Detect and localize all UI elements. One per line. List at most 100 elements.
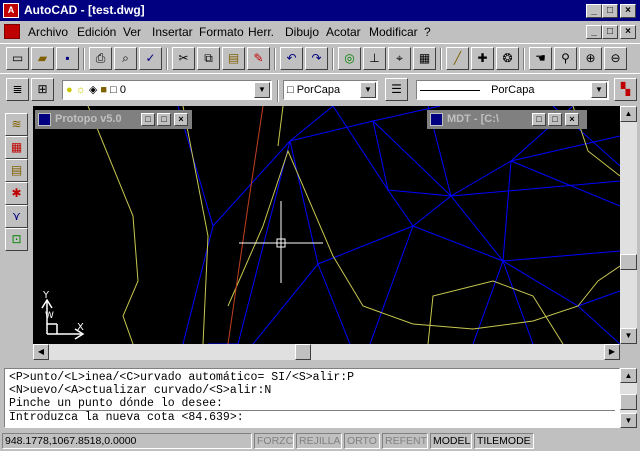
protopo-title: Protopo v5.0 [55, 113, 122, 125]
scroll-thumb[interactable] [295, 344, 311, 360]
zoom-previous-icon[interactable]: ⊖ [604, 47, 627, 70]
linetype-value: PorCapa [491, 84, 535, 96]
contour-label-icon[interactable]: ⊡ [5, 228, 28, 251]
ortho-toggle[interactable]: ORTO [344, 433, 380, 449]
command-scrollbar[interactable]: ▲ ▼ [620, 368, 637, 428]
scroll-up-icon[interactable]: ▲ [620, 368, 637, 383]
grid-toggle[interactable]: REJILLA [296, 433, 342, 449]
drawing-canvas[interactable]: Y W X Protopo v5.0 □ □ × MDT - [C:\ □ □ … [33, 106, 620, 344]
doc-close-button[interactable]: × [620, 25, 636, 39]
toolbar-separator [440, 48, 442, 70]
lock-icon: ■ [100, 84, 108, 96]
toolbar-separator [277, 80, 279, 102]
redo-icon[interactable]: ↷ [305, 47, 328, 70]
match-properties-icon[interactable]: ✎ [247, 47, 270, 70]
restore-button[interactable]: □ [532, 113, 546, 126]
menu-formato[interactable]: Formato [199, 25, 244, 39]
print-icon[interactable]: ⎙ [89, 47, 112, 70]
preview-icon[interactable]: ⌕ [114, 47, 137, 70]
chevron-down-icon[interactable]: ▼ [591, 82, 607, 98]
scroll-down-icon[interactable]: ▼ [620, 328, 637, 344]
new-icon[interactable]: ▭ [6, 47, 29, 70]
command-line: <P>unto/<L>inea/<C>urvado automático= SI… [9, 371, 355, 384]
color-dropdown[interactable]: □ PorCapa ▼ [283, 80, 378, 100]
protopo-icon [38, 113, 51, 126]
save-icon[interactable]: ▪ [56, 47, 79, 70]
make-layer-current-icon[interactable]: ⊞ [31, 78, 54, 101]
maximize-button[interactable]: □ [548, 113, 562, 126]
scroll-up-icon[interactable]: ▲ [620, 106, 637, 122]
tracking-icon[interactable]: ⊥ [363, 47, 386, 70]
cut-icon[interactable]: ✂ [172, 47, 195, 70]
standard-toolbar: ▭ ▰ ▪ ⎙ ⌕ ✓ ✂ ⧉ ▤ ✎ ↶ ↷ ◎ ⊥ ⌖ ▦ ╱ ✚ ❂ ☚ … [0, 43, 640, 73]
protopo-child-window[interactable]: Protopo v5.0 □ □ × [35, 110, 192, 129]
layers-icon[interactable]: ≣ [6, 78, 29, 101]
command-line: <N>uevo/<A>ctualizar curvado/<S>alir:N [9, 384, 272, 397]
paste-icon[interactable]: ▤ [222, 47, 245, 70]
close-button[interactable]: × [565, 113, 579, 126]
menu-archivo[interactable]: Archivo [28, 25, 68, 39]
menu-acotar[interactable]: Acotar [326, 25, 361, 39]
close-button[interactable]: × [620, 4, 636, 18]
autocad-icon[interactable]: A [3, 3, 19, 18]
menu-help[interactable]: ? [424, 25, 431, 39]
menu-insertar[interactable]: Insertar [152, 25, 193, 39]
maximize-button[interactable]: □ [602, 4, 618, 18]
redraw-icon[interactable]: ╱ [446, 47, 469, 70]
hyperlink-icon[interactable]: ◎ [338, 47, 361, 70]
terrain-icon[interactable]: ≋ [5, 113, 28, 136]
named-views-icon[interactable]: ❂ [496, 47, 519, 70]
mdt-child-window[interactable]: MDT - [C:\ □ □ × [427, 110, 587, 129]
document-icon[interactable] [4, 24, 20, 39]
open-icon[interactable]: ▰ [31, 47, 54, 70]
maximize-button[interactable]: □ [157, 113, 171, 126]
profile-icon[interactable]: ⋎ [5, 205, 28, 228]
aerial-view-icon[interactable]: ✚ [471, 47, 494, 70]
toolbar-separator [83, 48, 85, 70]
mesh-icon[interactable]: ✱ [5, 182, 28, 205]
layer-dropdown[interactable]: ● ☼ ◈ ■ □ 0 ▼ [62, 80, 272, 100]
menu-herr[interactable]: Herr. [248, 25, 274, 39]
linetype-dropdown[interactable]: PorCapa ▼ [416, 80, 609, 100]
menu-modificar[interactable]: Modificar [369, 25, 418, 39]
menu-dibujo[interactable]: Dibujo [285, 25, 319, 39]
toolbar-separator [166, 48, 168, 70]
menu-edicion[interactable]: Edición [77, 25, 116, 39]
minimize-button[interactable]: _ [586, 4, 602, 18]
scroll-right-icon[interactable]: ▶ [604, 344, 620, 360]
restore-button[interactable]: □ [141, 113, 155, 126]
undo-icon[interactable]: ↶ [280, 47, 303, 70]
zoom-realtime-icon[interactable]: ⚲ [554, 47, 577, 70]
scroll-left-icon[interactable]: ◀ [33, 344, 49, 360]
pan-icon[interactable]: ☚ [529, 47, 552, 70]
menu-ver[interactable]: Ver [123, 25, 141, 39]
snap-toggle[interactable]: FORZC [254, 433, 294, 449]
ucs-icon[interactable]: ⌖ [388, 47, 411, 70]
inquiry-icon[interactable]: ▦ [413, 47, 436, 70]
zoom-window-icon[interactable]: ⊕ [579, 47, 602, 70]
vertical-scrollbar[interactable]: ▲ ▼ [620, 106, 637, 344]
scroll-thumb[interactable] [620, 394, 637, 410]
command-window[interactable]: <P>unto/<L>inea/<C>urvado automático= SI… [4, 368, 620, 428]
close-button[interactable]: × [174, 113, 188, 126]
command-input[interactable]: Introduzca la nueva cota <84.639>: [9, 410, 615, 424]
doc-restore-button[interactable]: □ [602, 25, 618, 39]
sun-icon: ☼ [75, 84, 86, 96]
linetype-sample [420, 89, 480, 91]
osnap-toggle[interactable]: REFENT [382, 433, 428, 449]
model-toggle[interactable]: MODEL [430, 433, 472, 449]
hatch-icon[interactable]: ▤ [5, 159, 28, 182]
doc-minimize-button[interactable]: _ [586, 25, 602, 39]
chevron-down-icon[interactable]: ▼ [360, 82, 376, 98]
scroll-thumb[interactable] [620, 254, 637, 270]
horizontal-scrollbar[interactable]: ◀ ▶ [33, 344, 620, 360]
copy-icon[interactable]: ⧉ [197, 47, 220, 70]
tilemode-toggle[interactable]: TILEMODE [474, 433, 534, 449]
chevron-down-icon[interactable]: ▼ [254, 82, 270, 98]
grid-icon[interactable]: ▦ [5, 136, 28, 159]
scroll-down-icon[interactable]: ▼ [620, 413, 637, 428]
properties-icon[interactable]: ▚ [614, 78, 637, 101]
linetype-icon[interactable]: ☰ [385, 78, 408, 101]
spell-check-icon[interactable]: ✓ [139, 47, 162, 70]
ucs-x-label: X [77, 322, 84, 333]
